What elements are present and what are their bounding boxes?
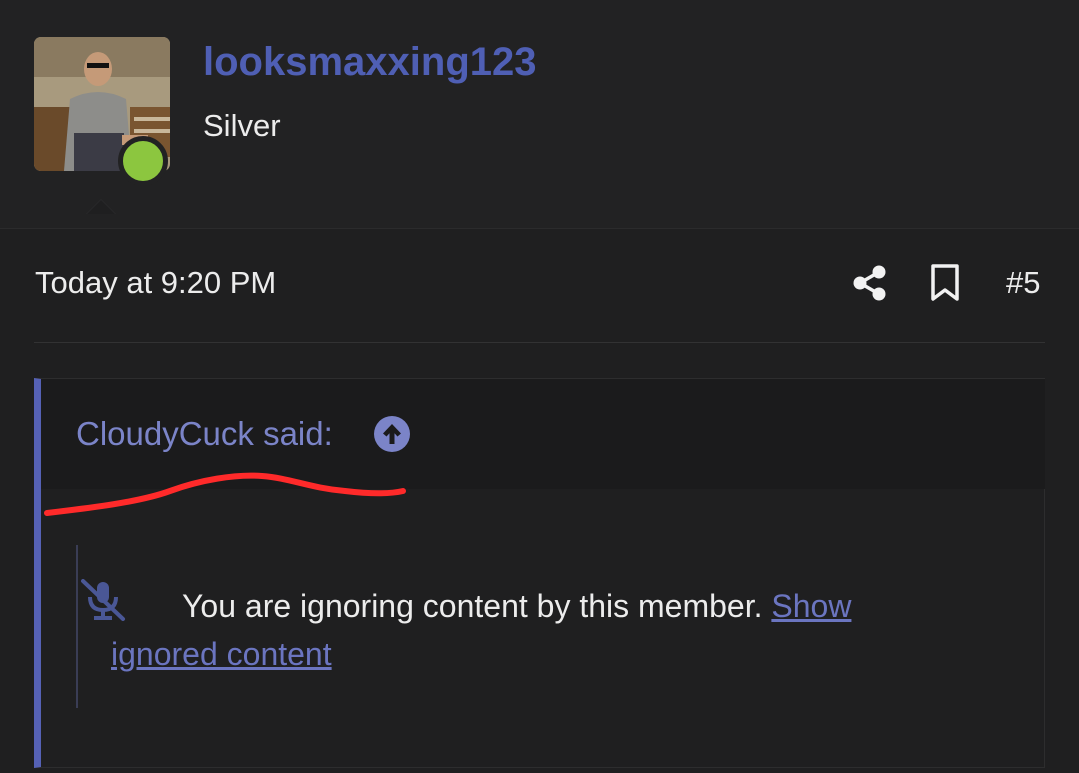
ignored-message: You are ignoring content by this member. [182,588,763,624]
ignored-notice: You are ignoring content by this member.… [111,582,901,678]
